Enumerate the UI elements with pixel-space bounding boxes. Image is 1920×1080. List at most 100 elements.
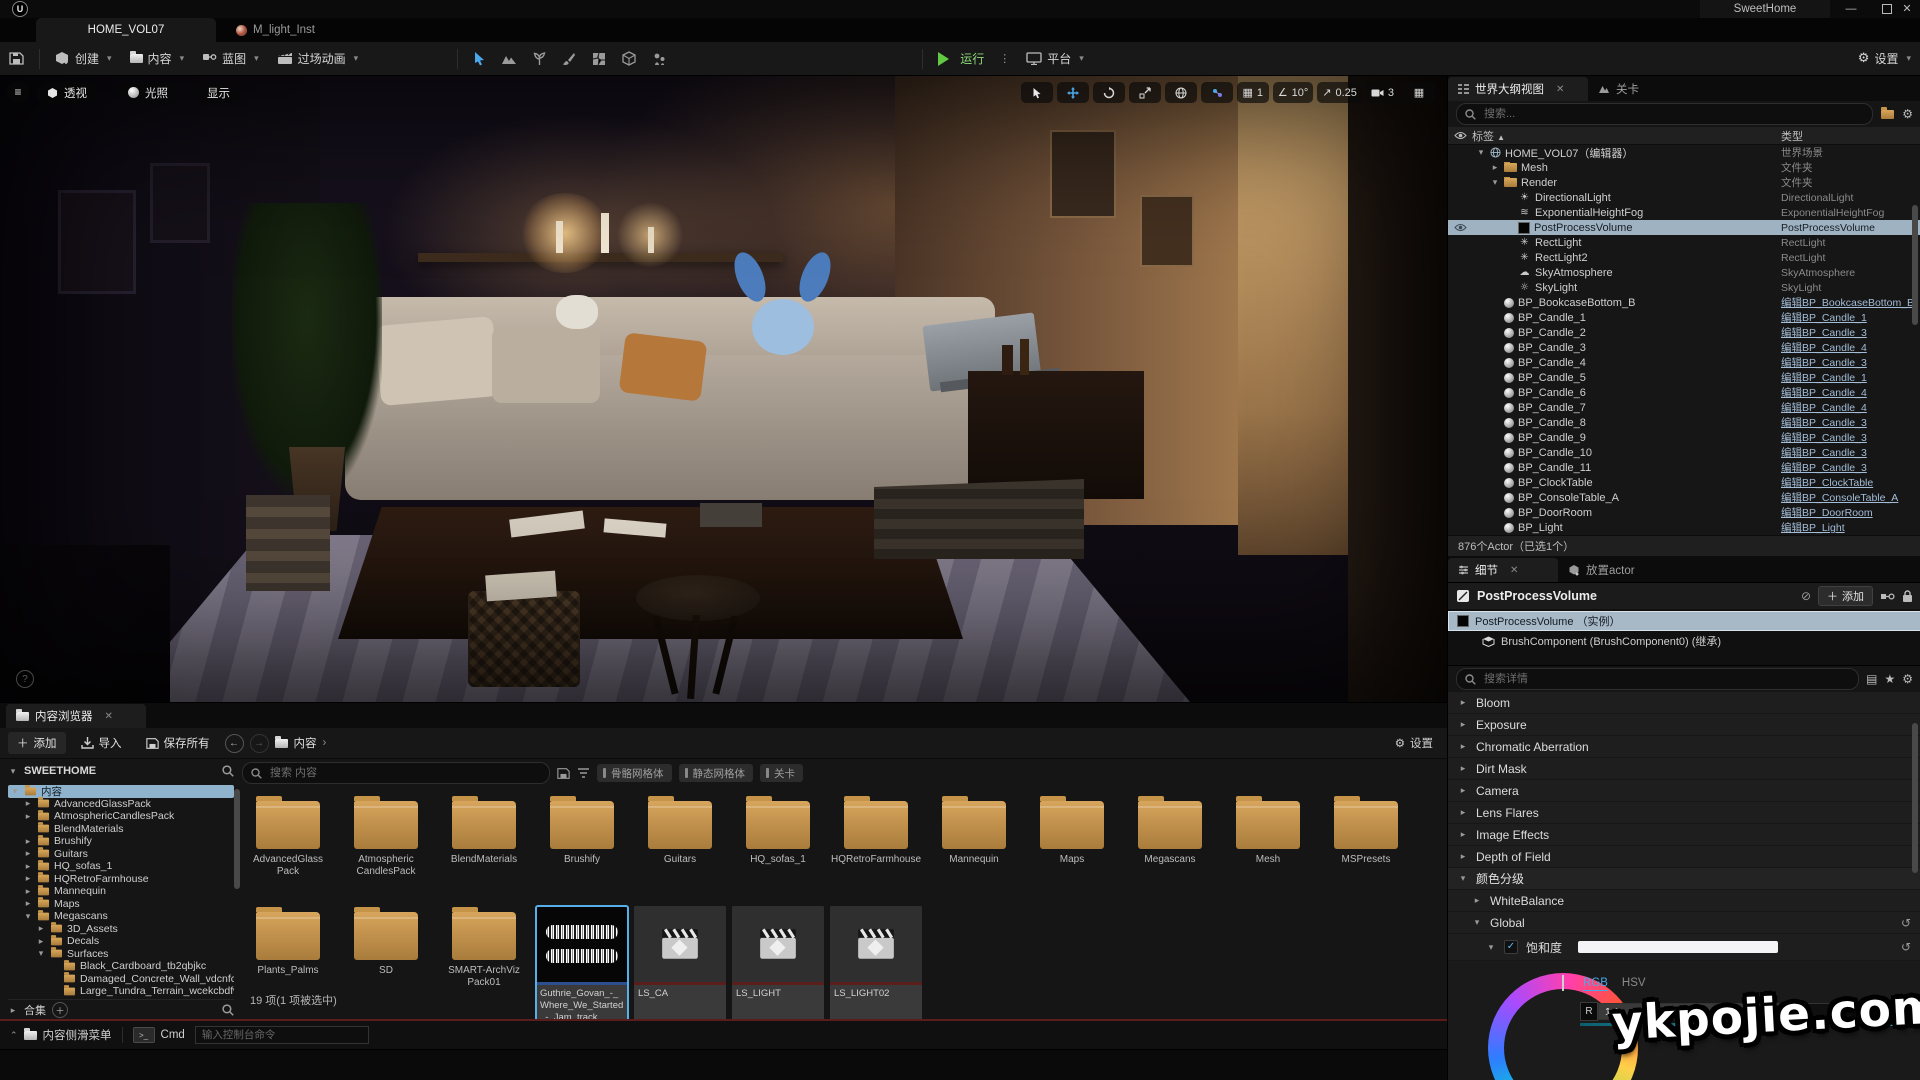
asset-search[interactable] (242, 762, 550, 784)
asset-folder[interactable]: SD (340, 906, 432, 1031)
component-row-brushcomponent[interactable]: BrushComponent (BrushComponent0) (继承) (1448, 631, 1920, 651)
cmd-button[interactable]: >_ Cmd (133, 1027, 185, 1043)
tab-levels[interactable]: 关卡 (1588, 77, 1649, 101)
type-cell[interactable]: 编辑BP_Candle_1 (1781, 310, 1920, 325)
tree-item[interactable]: ▸Mannequin (8, 885, 234, 898)
component-row-postprocessvolume[interactable]: PostProcessVolume （实例） (1448, 611, 1920, 631)
outliner-row[interactable]: BP_Candle_9编辑BP_Candle_3 (1448, 430, 1920, 445)
asset-level-sequence[interactable]: LS_LIGHT (732, 906, 824, 1031)
saturation-checkbox[interactable]: ✓ (1504, 940, 1518, 954)
search-icon[interactable] (222, 1004, 234, 1016)
outliner-scrollbar[interactable] (1912, 205, 1918, 325)
asset-folder[interactable]: Mesh (1222, 795, 1314, 878)
tree-item[interactable]: ▸AdvancedGlassPack (8, 798, 234, 811)
asset-level-sequence[interactable]: LS_CA (634, 906, 726, 1031)
asset-folder[interactable]: Maps (1026, 795, 1118, 878)
info-circle-icon[interactable]: ⊘ (1801, 589, 1811, 603)
back-button[interactable]: ← (225, 734, 244, 753)
favorites-star-icon[interactable]: ★ (1884, 672, 1895, 686)
type-cell[interactable]: 编辑BP_Candle_3 (1781, 430, 1920, 445)
outliner-row[interactable]: BP_Candle_1编辑BP_Candle_1 (1448, 310, 1920, 325)
add-asset-button[interactable]: ＋ 添加 (8, 732, 66, 754)
create-button[interactable]: 创建▾ (46, 42, 121, 75)
tree-item[interactable]: ▾Megascans (8, 910, 234, 923)
asset-folder[interactable]: SMART-ArchViz Pack01 (438, 906, 530, 1031)
content-settings-button[interactable]: ⚙ 设置 (1395, 735, 1439, 751)
tree-item[interactable]: ▸Decals (8, 935, 234, 948)
save-button[interactable] (0, 42, 33, 75)
tab-place-actors[interactable]: 放置actor (1558, 558, 1645, 582)
asset-folder[interactable]: HQRetroFarmhouse (830, 795, 922, 878)
scale-tool-button[interactable] (1129, 82, 1161, 103)
tree-item[interactable]: ▸HQRetroFarmhouse (8, 873, 234, 886)
type-cell[interactable]: 编辑BP_Candle_4 (1781, 400, 1920, 415)
outliner-row[interactable]: BP_Candle_6编辑BP_Candle_4 (1448, 385, 1920, 400)
search-icon[interactable] (222, 765, 234, 777)
reset-icon[interactable]: ↺ (1901, 916, 1911, 930)
asset-folder[interactable]: AdvancedGlass Pack (242, 795, 334, 878)
outliner-search-input[interactable] (1482, 107, 1864, 121)
category-depth-of-field[interactable]: ▸Depth of Field (1448, 846, 1920, 868)
tree-item[interactable]: ▾Surfaces (8, 948, 234, 961)
outliner-row[interactable]: BP_Candle_5编辑BP_Candle_1 (1448, 370, 1920, 385)
save-all-button[interactable]: 保存所有 (137, 732, 219, 754)
outliner-row[interactable]: BP_ClockTable编辑BP_ClockTable (1448, 475, 1920, 490)
category-global[interactable]: ▾Global ↺ (1448, 912, 1920, 934)
category-dirt-mask[interactable]: ▸Dirt Mask (1448, 758, 1920, 780)
tab-details[interactable]: 细节✕ (1448, 558, 1558, 582)
visibility-eye[interactable] (1448, 223, 1472, 232)
saturation-row[interactable]: ▾ ✓ 饱和度 ↺ (1448, 934, 1920, 961)
outliner-row[interactable]: BP_Candle_11编辑BP_Candle_3 (1448, 460, 1920, 475)
details-scrollbar[interactable] (1912, 723, 1918, 873)
asset-folder[interactable]: Atmospheric CandlesPack (340, 795, 432, 878)
filter-icon[interactable] (577, 768, 590, 779)
asset-folder[interactable]: HQ_sofas_1 (732, 795, 824, 878)
outliner-row[interactable]: BP_Candle_8编辑BP_Candle_3 (1448, 415, 1920, 430)
type-cell[interactable]: 编辑BP_Candle_3 (1781, 415, 1920, 430)
category-chromatic-aberration[interactable]: ▸Chromatic Aberration (1448, 736, 1920, 758)
outliner-row[interactable]: ▸Mesh文件夹 (1448, 160, 1920, 175)
tree-item[interactable]: ▾内容 (8, 785, 234, 798)
outliner-row[interactable]: ▾Render文件夹 (1448, 175, 1920, 190)
camera-speed-button[interactable]: 3 (1366, 82, 1399, 103)
play-options-button[interactable]: ⋮ (999, 52, 1011, 65)
fracture-mode-button[interactable] (584, 42, 614, 75)
cinematics-button[interactable]: 过场动画▾ (268, 42, 368, 75)
tab-home-vol07[interactable]: HOME_VOL07 (36, 18, 216, 42)
outliner-row[interactable]: BP_ConsoleTable_A编辑BP_ConsoleTable_A (1448, 490, 1920, 505)
animation-mode-button[interactable] (644, 42, 674, 75)
filter-chip[interactable]: 骨骼网格体 (597, 764, 672, 782)
asset-folder[interactable]: Megascans (1124, 795, 1216, 878)
tab-m-light-inst[interactable]: M_light_Inst (216, 18, 335, 42)
type-cell[interactable]: 编辑BP_Light (1781, 520, 1920, 535)
asset-folder[interactable]: Guitars (634, 795, 726, 878)
import-button[interactable]: 导入 (72, 732, 131, 754)
asset-folder[interactable]: MSPresets (1320, 795, 1412, 878)
category-camera[interactable]: ▸Camera (1448, 780, 1920, 802)
blueprint-node-icon[interactable] (1880, 591, 1895, 602)
perspective-button[interactable]: 透视 (36, 82, 98, 103)
close-tab-icon[interactable]: ✕ (1556, 84, 1564, 95)
outliner-row[interactable]: ☁SkyAtmosphereSkyAtmosphere (1448, 265, 1920, 280)
settings-button[interactable]: ⚙ 设置▾ (1849, 42, 1920, 75)
type-cell[interactable]: 编辑BP_ConsoleTable_A (1781, 490, 1920, 505)
outliner-row[interactable]: BP_DoorRoom编辑BP_DoorRoom (1448, 505, 1920, 520)
content-button[interactable]: 内容▾ (121, 42, 194, 75)
rotation-snap-toggle[interactable]: ∠10° (1273, 82, 1314, 103)
viewport-menu-button[interactable]: ≡ (7, 81, 29, 103)
reset-icon[interactable]: ↺ (1901, 940, 1911, 954)
type-cell[interactable]: 编辑BP_Candle_4 (1781, 385, 1920, 400)
outliner-row[interactable]: ▾HOME_VOL07（编辑器）世界场景 (1448, 145, 1920, 160)
display-filter-icon[interactable]: ▤ (1866, 672, 1877, 686)
unreal-logo-icon[interactable]: U (12, 1, 28, 17)
details-settings-icon[interactable]: ⚙ (1902, 672, 1913, 686)
outliner-row[interactable]: PostProcessVolumePostProcessVolume (1448, 220, 1920, 235)
tab-world-outliner[interactable]: 世界大纲视图✕ (1448, 77, 1588, 101)
grid-snap-toggle[interactable]: ▦1 (1237, 82, 1269, 103)
type-cell[interactable]: 编辑BP_Candle_3 (1781, 355, 1920, 370)
tree-item[interactable]: ▸Guitars (8, 848, 234, 861)
close-tab-icon[interactable]: ✕ (1510, 565, 1518, 576)
rgb-tab[interactable]: RGB (1583, 977, 1608, 991)
type-cell[interactable]: 编辑BP_Candle_4 (1781, 340, 1920, 355)
outliner-row[interactable]: BP_BookcaseBottom_B编辑BP_BookcaseBottom_B (1448, 295, 1920, 310)
